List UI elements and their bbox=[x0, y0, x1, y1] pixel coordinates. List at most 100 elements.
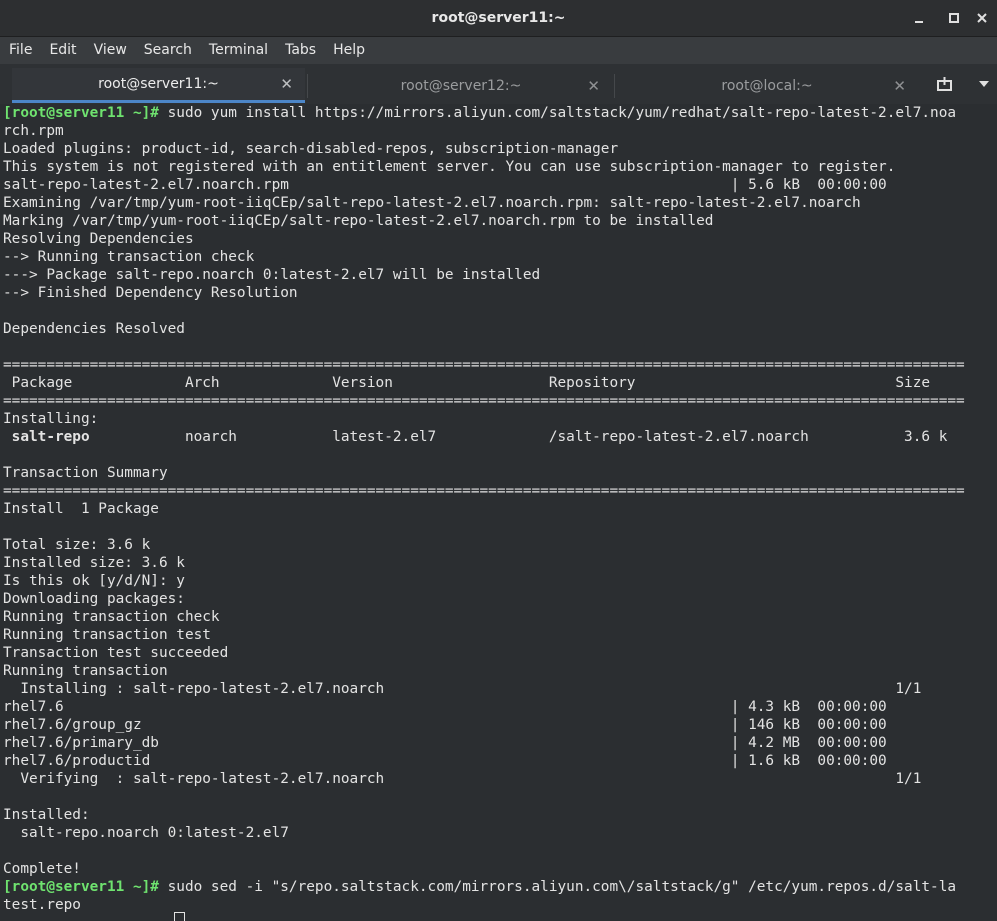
menu-bar: File Edit View Search Terminal Tabs Help bbox=[0, 37, 997, 64]
minimize-icon[interactable] bbox=[905, 0, 933, 36]
terminal-line: [root@server11 ~]# sudo sed -i "s/repo.s… bbox=[3, 878, 997, 896]
line-text: Total size: 3.6 k bbox=[3, 537, 151, 553]
line-text: Running transaction test bbox=[3, 627, 211, 643]
terminal-line: Running transaction bbox=[3, 662, 997, 680]
line-text: Downloading packages: bbox=[3, 591, 185, 607]
menu-help[interactable]: Help bbox=[324, 37, 373, 64]
terminal-line: Installed size: 3.6 k bbox=[3, 554, 997, 572]
terminal-line: Downloading packages: bbox=[3, 590, 997, 608]
line-text: Complete! bbox=[3, 861, 81, 877]
menu-view[interactable]: View bbox=[85, 37, 135, 64]
terminal-line: salt-repo.noarch 0:latest-2.el7 bbox=[3, 824, 997, 842]
line-text: Install 1 Package bbox=[3, 501, 159, 517]
line-text: salt-repo-latest-2.el7.noarch.rpm | 5.6 … bbox=[3, 177, 887, 193]
close-icon[interactable]: ✕ bbox=[893, 68, 906, 103]
close-icon[interactable]: ✕ bbox=[587, 68, 600, 103]
menu-tabs[interactable]: Tabs bbox=[276, 37, 324, 64]
line-text: Is this ok [y/d/N]: y bbox=[3, 573, 185, 589]
menu-file[interactable]: File bbox=[0, 37, 40, 64]
line-text: sudo sed -i "s/repo.saltstack.com/mirror… bbox=[158, 879, 957, 895]
line-text: Dependencies Resolved bbox=[3, 321, 185, 337]
terminal-line: Is this ok [y/d/N]: y bbox=[3, 572, 997, 590]
terminal-lines: [root@server11 ~]# sudo yum install http… bbox=[0, 104, 997, 914]
line-text: Transaction test succeeded bbox=[3, 645, 229, 661]
terminal-line: Installed: bbox=[3, 806, 997, 824]
maximize-icon[interactable] bbox=[940, 0, 968, 36]
line-text: Verifying : salt-repo-latest-2.el7.noarc… bbox=[3, 771, 922, 787]
terminal-line: ========================================… bbox=[3, 392, 997, 410]
terminal-line: Running transaction test bbox=[3, 626, 997, 644]
tab-bar: root@server11:~ ✕ root@server12:~ ✕ root… bbox=[0, 64, 997, 105]
line-text: Installing : salt-repo-latest-2.el7.noar… bbox=[3, 681, 922, 697]
close-icon[interactable]: ✕ bbox=[280, 68, 293, 100]
line-text: Running transaction bbox=[3, 663, 168, 679]
line-text: Examining /var/tmp/yum-root-iiqCEp/salt-… bbox=[3, 195, 861, 211]
line-text: Installed: bbox=[3, 807, 90, 823]
terminal-line: Resolving Dependencies bbox=[3, 230, 997, 248]
terminal-line: Package Arch Version Repository Size bbox=[3, 374, 997, 392]
close-icon[interactable] bbox=[968, 0, 996, 36]
terminal-line: Installing: bbox=[3, 410, 997, 428]
tab-local[interactable]: root@local:~ ✕ bbox=[616, 68, 918, 103]
chevron-down-icon[interactable] bbox=[970, 64, 997, 104]
line-text: ========================================… bbox=[3, 357, 965, 373]
line-text: Installed size: 3.6 k bbox=[3, 555, 185, 571]
line-text: rhel7.6/productid | 1.6 kB 00:00:00 bbox=[3, 753, 887, 769]
new-tab-icon[interactable] bbox=[930, 64, 960, 104]
tab-server11[interactable]: root@server11:~ ✕ bbox=[12, 68, 305, 103]
line-text: --> Finished Dependency Resolution bbox=[3, 285, 298, 301]
terminal-line: rhel7.6 | 4.3 kB 00:00:00 bbox=[3, 698, 997, 716]
line-text: sudo yum install https://mirrors.aliyun.… bbox=[158, 105, 957, 121]
menu-terminal[interactable]: Terminal bbox=[200, 37, 276, 64]
line-text: Installing: bbox=[3, 411, 99, 427]
window-titlebar[interactable]: root@server11:~ bbox=[0, 0, 997, 37]
line-text: test.repo bbox=[3, 897, 81, 913]
menu-edit[interactable]: Edit bbox=[40, 37, 84, 64]
terminal-line: Transaction test succeeded bbox=[3, 644, 997, 662]
terminal-output[interactable]: [root@server11 ~]# sudo yum install http… bbox=[0, 104, 997, 920]
line-text: Transaction Summary bbox=[3, 465, 168, 481]
tab-label: root@server11:~ bbox=[98, 76, 219, 92]
line-text: rhel7.6 | 4.3 kB 00:00:00 bbox=[3, 699, 887, 715]
terminal-line: Complete! bbox=[3, 860, 997, 878]
terminal-line: --> Running transaction check bbox=[3, 248, 997, 266]
package-name: salt-repo bbox=[3, 429, 90, 445]
terminal-line: ========================================… bbox=[3, 356, 997, 374]
terminal-line: rch.rpm bbox=[3, 122, 997, 140]
shell-prompt: [root@server11 ~]# bbox=[3, 105, 159, 121]
terminal-line: salt-repo-latest-2.el7.noarch.rpm | 5.6 … bbox=[3, 176, 997, 194]
terminal-line: --> Finished Dependency Resolution bbox=[3, 284, 997, 302]
window-title: root@server11:~ bbox=[431, 10, 566, 26]
terminal-line: Examining /var/tmp/yum-root-iiqCEp/salt-… bbox=[3, 194, 997, 212]
tab-separator bbox=[307, 74, 308, 98]
tab-label: root@local:~ bbox=[721, 77, 813, 94]
terminal-line: [root@server11 ~]# sudo yum install http… bbox=[3, 104, 997, 122]
terminal-line: Verifying : salt-repo-latest-2.el7.noarc… bbox=[3, 770, 997, 788]
terminal-line: Dependencies Resolved bbox=[3, 320, 997, 338]
line-text: ========================================… bbox=[3, 393, 965, 409]
line-text: Package Arch Version Repository Size bbox=[3, 375, 931, 391]
line-text: Loaded plugins: product-id, search-disab… bbox=[3, 141, 619, 157]
line-text: This system is not registered with an en… bbox=[3, 159, 896, 175]
terminal-line: Installing : salt-repo-latest-2.el7.noar… bbox=[3, 680, 997, 698]
terminal-line: Install 1 Package bbox=[3, 500, 997, 518]
terminal-line: ---> Package salt-repo.noarch 0:latest-2… bbox=[3, 266, 997, 284]
menu-search[interactable]: Search bbox=[135, 37, 200, 64]
line-text: ---> Package salt-repo.noarch 0:latest-2… bbox=[3, 267, 541, 283]
line-text: rhel7.6/primary_db | 4.2 MB 00:00:00 bbox=[3, 735, 887, 751]
terminal-line: test.repo bbox=[3, 896, 997, 914]
terminal-line: Loaded plugins: product-id, search-disab… bbox=[3, 140, 997, 158]
terminal-line: Total size: 3.6 k bbox=[3, 536, 997, 554]
terminal-line: rhel7.6/productid | 1.6 kB 00:00:00 bbox=[3, 752, 997, 770]
line-text: noarch latest-2.el7 /salt-repo-latest-2.… bbox=[89, 429, 948, 445]
tab-server12[interactable]: root@server12:~ ✕ bbox=[310, 68, 612, 103]
line-text: Marking /var/tmp/yum-root-iiqCEp/salt-re… bbox=[3, 213, 714, 229]
terminal-line: ========================================… bbox=[3, 482, 997, 500]
terminal-line: This system is not registered with an en… bbox=[3, 158, 997, 176]
line-text: Running transaction check bbox=[3, 609, 220, 625]
